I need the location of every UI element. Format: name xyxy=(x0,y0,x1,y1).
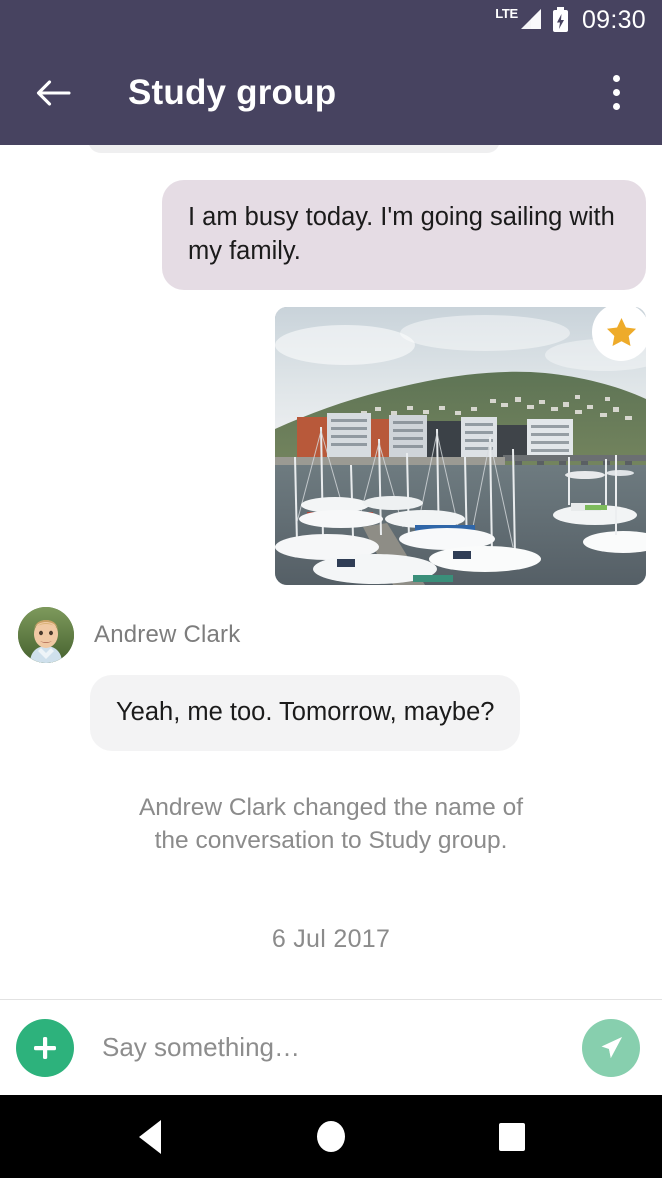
back-arrow-icon xyxy=(36,79,71,106)
app-bar: Study group xyxy=(0,40,662,145)
nav-recents-square-icon xyxy=(498,1122,525,1151)
page-title: Study group xyxy=(128,72,337,112)
overflow-menu-button[interactable] xyxy=(592,64,640,122)
message-list[interactable]: I am busy today. I'm going sailing with … xyxy=(0,145,662,999)
status-bar-clock: 09:30 xyxy=(581,6,646,34)
status-bar: LTE 09:30 xyxy=(0,0,662,40)
more-vertical-icon-dot xyxy=(612,89,620,96)
photo-attachment-image[interactable] xyxy=(275,307,646,585)
send-paper-plane-icon xyxy=(601,1037,622,1058)
plus-icon xyxy=(34,1036,56,1059)
signal-bars-icon xyxy=(520,9,541,29)
composer-bar xyxy=(0,999,662,1095)
avatar-andrew-clark xyxy=(18,607,74,663)
battery-charging-icon xyxy=(552,7,568,32)
star-attachment-button[interactable] xyxy=(592,303,650,361)
more-vertical-icon-dot xyxy=(612,103,620,110)
back-button[interactable] xyxy=(30,70,76,116)
message-input[interactable] xyxy=(102,1032,582,1063)
add-attachment-button[interactable] xyxy=(16,1018,74,1077)
send-button[interactable] xyxy=(582,1018,640,1077)
message-row-attachment xyxy=(16,303,650,585)
sender-name: Andrew Clark xyxy=(94,621,241,648)
network-type-label: LTE xyxy=(495,6,518,21)
android-nav-bar xyxy=(0,1095,662,1178)
message-row-outgoing: I am busy today. I'm going sailing with … xyxy=(16,180,646,290)
photo-attachment[interactable] xyxy=(275,303,650,585)
nav-home-button[interactable] xyxy=(286,1095,376,1178)
system-message: Andrew Clark changed the name of the con… xyxy=(138,794,524,854)
message-row-incoming: Yeah, me too. Tomorrow, maybe? xyxy=(16,675,646,751)
date-separator: 6 Jul 2017 xyxy=(271,925,391,953)
incoming-sender-row: Andrew Clark xyxy=(16,607,646,663)
marina-photo xyxy=(275,307,646,585)
outgoing-message-bubble[interactable]: I am busy today. I'm going sailing with … xyxy=(162,180,646,290)
avatar[interactable] xyxy=(18,607,74,663)
incoming-message-bubble[interactable]: Yeah, me too. Tomorrow, maybe? xyxy=(90,675,521,751)
nav-home-circle-icon xyxy=(316,1121,345,1152)
nav-back-triangle-icon xyxy=(139,1119,162,1154)
chat-screen: LTE 09:30 Study group I am busy today. I… xyxy=(0,0,662,1178)
star-icon xyxy=(606,317,636,347)
more-vertical-icon-dot xyxy=(612,75,620,82)
nav-recents-button[interactable] xyxy=(467,1095,557,1178)
signal-indicator: LTE xyxy=(495,7,541,33)
nav-back-button[interactable] xyxy=(105,1095,195,1178)
previous-message-bubble-clipped[interactable] xyxy=(88,145,500,153)
